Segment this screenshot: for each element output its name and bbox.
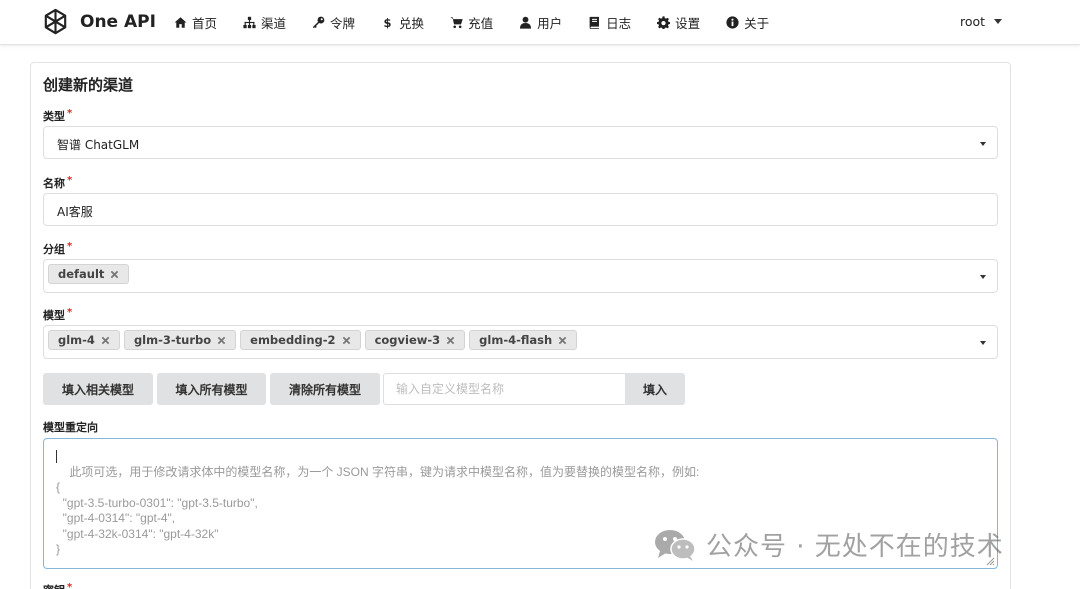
watermark-text: 公众号 · 无处不在的技术 [706,532,1004,562]
type-select[interactable]: 智谱 ChatGLM [43,126,998,159]
nav-item-topup[interactable]: 充值 [450,13,493,32]
model-mapping-label: 模型重定向 [43,421,98,434]
model-mapping-placeholder: 此项可选，用于修改请求体中的模型名称，为一个 JSON 字符串，键为请求中模型名… [56,464,700,557]
group-label-text: 分组 [43,243,65,256]
type-label-text: 类型 [43,110,65,123]
nav-item-label: 首页 [192,16,218,31]
book-icon [588,16,601,29]
models-label: 模型 * [43,307,72,323]
models-label-text: 模型 [43,309,65,322]
remove-chip-icon[interactable] [342,336,351,345]
page-title: 创建新的渠道 [43,76,134,94]
remove-chip-icon[interactable] [101,336,110,345]
remove-chip-icon[interactable] [110,270,119,279]
info-icon [726,16,739,29]
models-select[interactable]: glm-4 glm-3-turbo embedding-2 cogview-3 … [43,325,998,359]
text-cursor [56,450,57,463]
sitemap-icon [243,16,256,29]
nav-item-label: 日志 [606,16,632,31]
nav-item-tokens[interactable]: 令牌 [312,13,355,32]
nav-item-label: 用户 [537,16,563,31]
username: root [960,14,986,29]
user-icon [519,16,532,29]
type-label: 类型 * [43,108,72,124]
dollar-icon: $ [381,16,394,29]
group-label: 分组 * [43,241,72,257]
nav-item-label: 令牌 [330,16,356,31]
chip-label: glm-3-turbo [133,333,212,347]
nav-item-label: 充值 [468,16,494,31]
model-chip: cogview-3 [364,330,466,350]
home-icon [174,16,187,29]
chip-label: cogview-3 [374,333,441,347]
model-chips: glm-4 glm-3-turbo embedding-2 cogview-3 … [48,330,581,350]
nav-item-home[interactable]: 首页 [174,13,217,32]
remove-chip-icon[interactable] [446,336,455,345]
wechat-icon [655,529,696,561]
group-chip: default [48,264,130,284]
nav-item-about[interactable]: 关于 [726,13,769,32]
model-chip: embedding-2 [240,330,361,350]
nav-item-settings[interactable]: 设置 [657,13,700,32]
model-chip: glm-3-turbo [123,330,237,350]
remove-chip-icon[interactable] [217,336,226,345]
nav-item-redeem[interactable]: $ 兑换 [381,13,424,32]
custom-model-input[interactable] [383,373,625,405]
name-field-value: AI客服 [57,205,93,219]
fill-all-models-button[interactable]: 填入所有模型 [157,373,266,405]
top-navbar: One API 首页 渠道 令牌 $ 兑换 充值 用户 日志 设置 关于 roo… [0,0,1080,45]
chip-label: default [58,267,105,281]
group-chips: default [48,264,133,284]
name-label-text: 名称 [43,177,65,190]
chip-label: embedding-2 [250,333,336,347]
brand-name: One API [80,12,156,32]
type-select-value: 智谱 ChatGLM [57,138,140,152]
remove-chip-icon[interactable] [558,336,567,345]
chevron-down-icon [980,341,986,345]
nav-item-label: 渠道 [261,16,287,31]
watermark: 公众号 · 无处不在的技术 [654,526,1004,563]
required-mark: * [67,108,73,119]
nav-item-label: 兑换 [399,16,425,31]
model-chip: glm-4-flash [469,330,578,350]
nav-item-users[interactable]: 用户 [519,13,562,32]
fill-related-models-button[interactable]: 填入相关模型 [43,373,153,405]
nav-item-label: 设置 [675,16,701,31]
clear-all-models-button[interactable]: 清除所有模型 [270,373,380,405]
create-channel-card: 创建新的渠道 类型 * 智谱 ChatGLM 名称 * AI客服 分组 * defau… [30,62,1011,589]
chevron-down-icon [980,275,986,279]
chevron-down-icon [980,142,986,146]
required-mark: * [67,582,73,589]
nav-item-logs[interactable]: 日志 [588,13,631,32]
nav-item-label: 关于 [744,16,770,31]
fill-custom-model-button[interactable]: 填入 [625,373,685,405]
user-dropdown[interactable]: root [960,14,1003,29]
brand[interactable]: One API [40,7,156,37]
chip-label: glm-4 [58,333,95,347]
group-select[interactable]: default [43,259,998,293]
svg-text:$: $ [384,16,392,29]
openai-logo-icon [44,8,67,34]
required-mark: * [67,175,73,186]
name-label: 名称 * [43,175,72,191]
nav-item-channels[interactable]: 渠道 [243,13,286,32]
gear-icon [657,16,671,29]
model-chip: glm-4 [48,330,120,350]
key-icon [312,16,325,29]
required-mark: * [67,307,73,318]
key-label-text: 密钥 [43,584,65,589]
name-field[interactable]: AI客服 [43,193,998,226]
required-mark: * [67,241,73,252]
main-menu: 首页 渠道 令牌 $ 兑换 充值 用户 日志 设置 关于 [174,0,795,45]
cart-icon [450,16,463,29]
chip-label: glm-4-flash [479,333,553,347]
chevron-down-icon [994,19,1003,24]
key-label: 密钥* [43,582,72,589]
